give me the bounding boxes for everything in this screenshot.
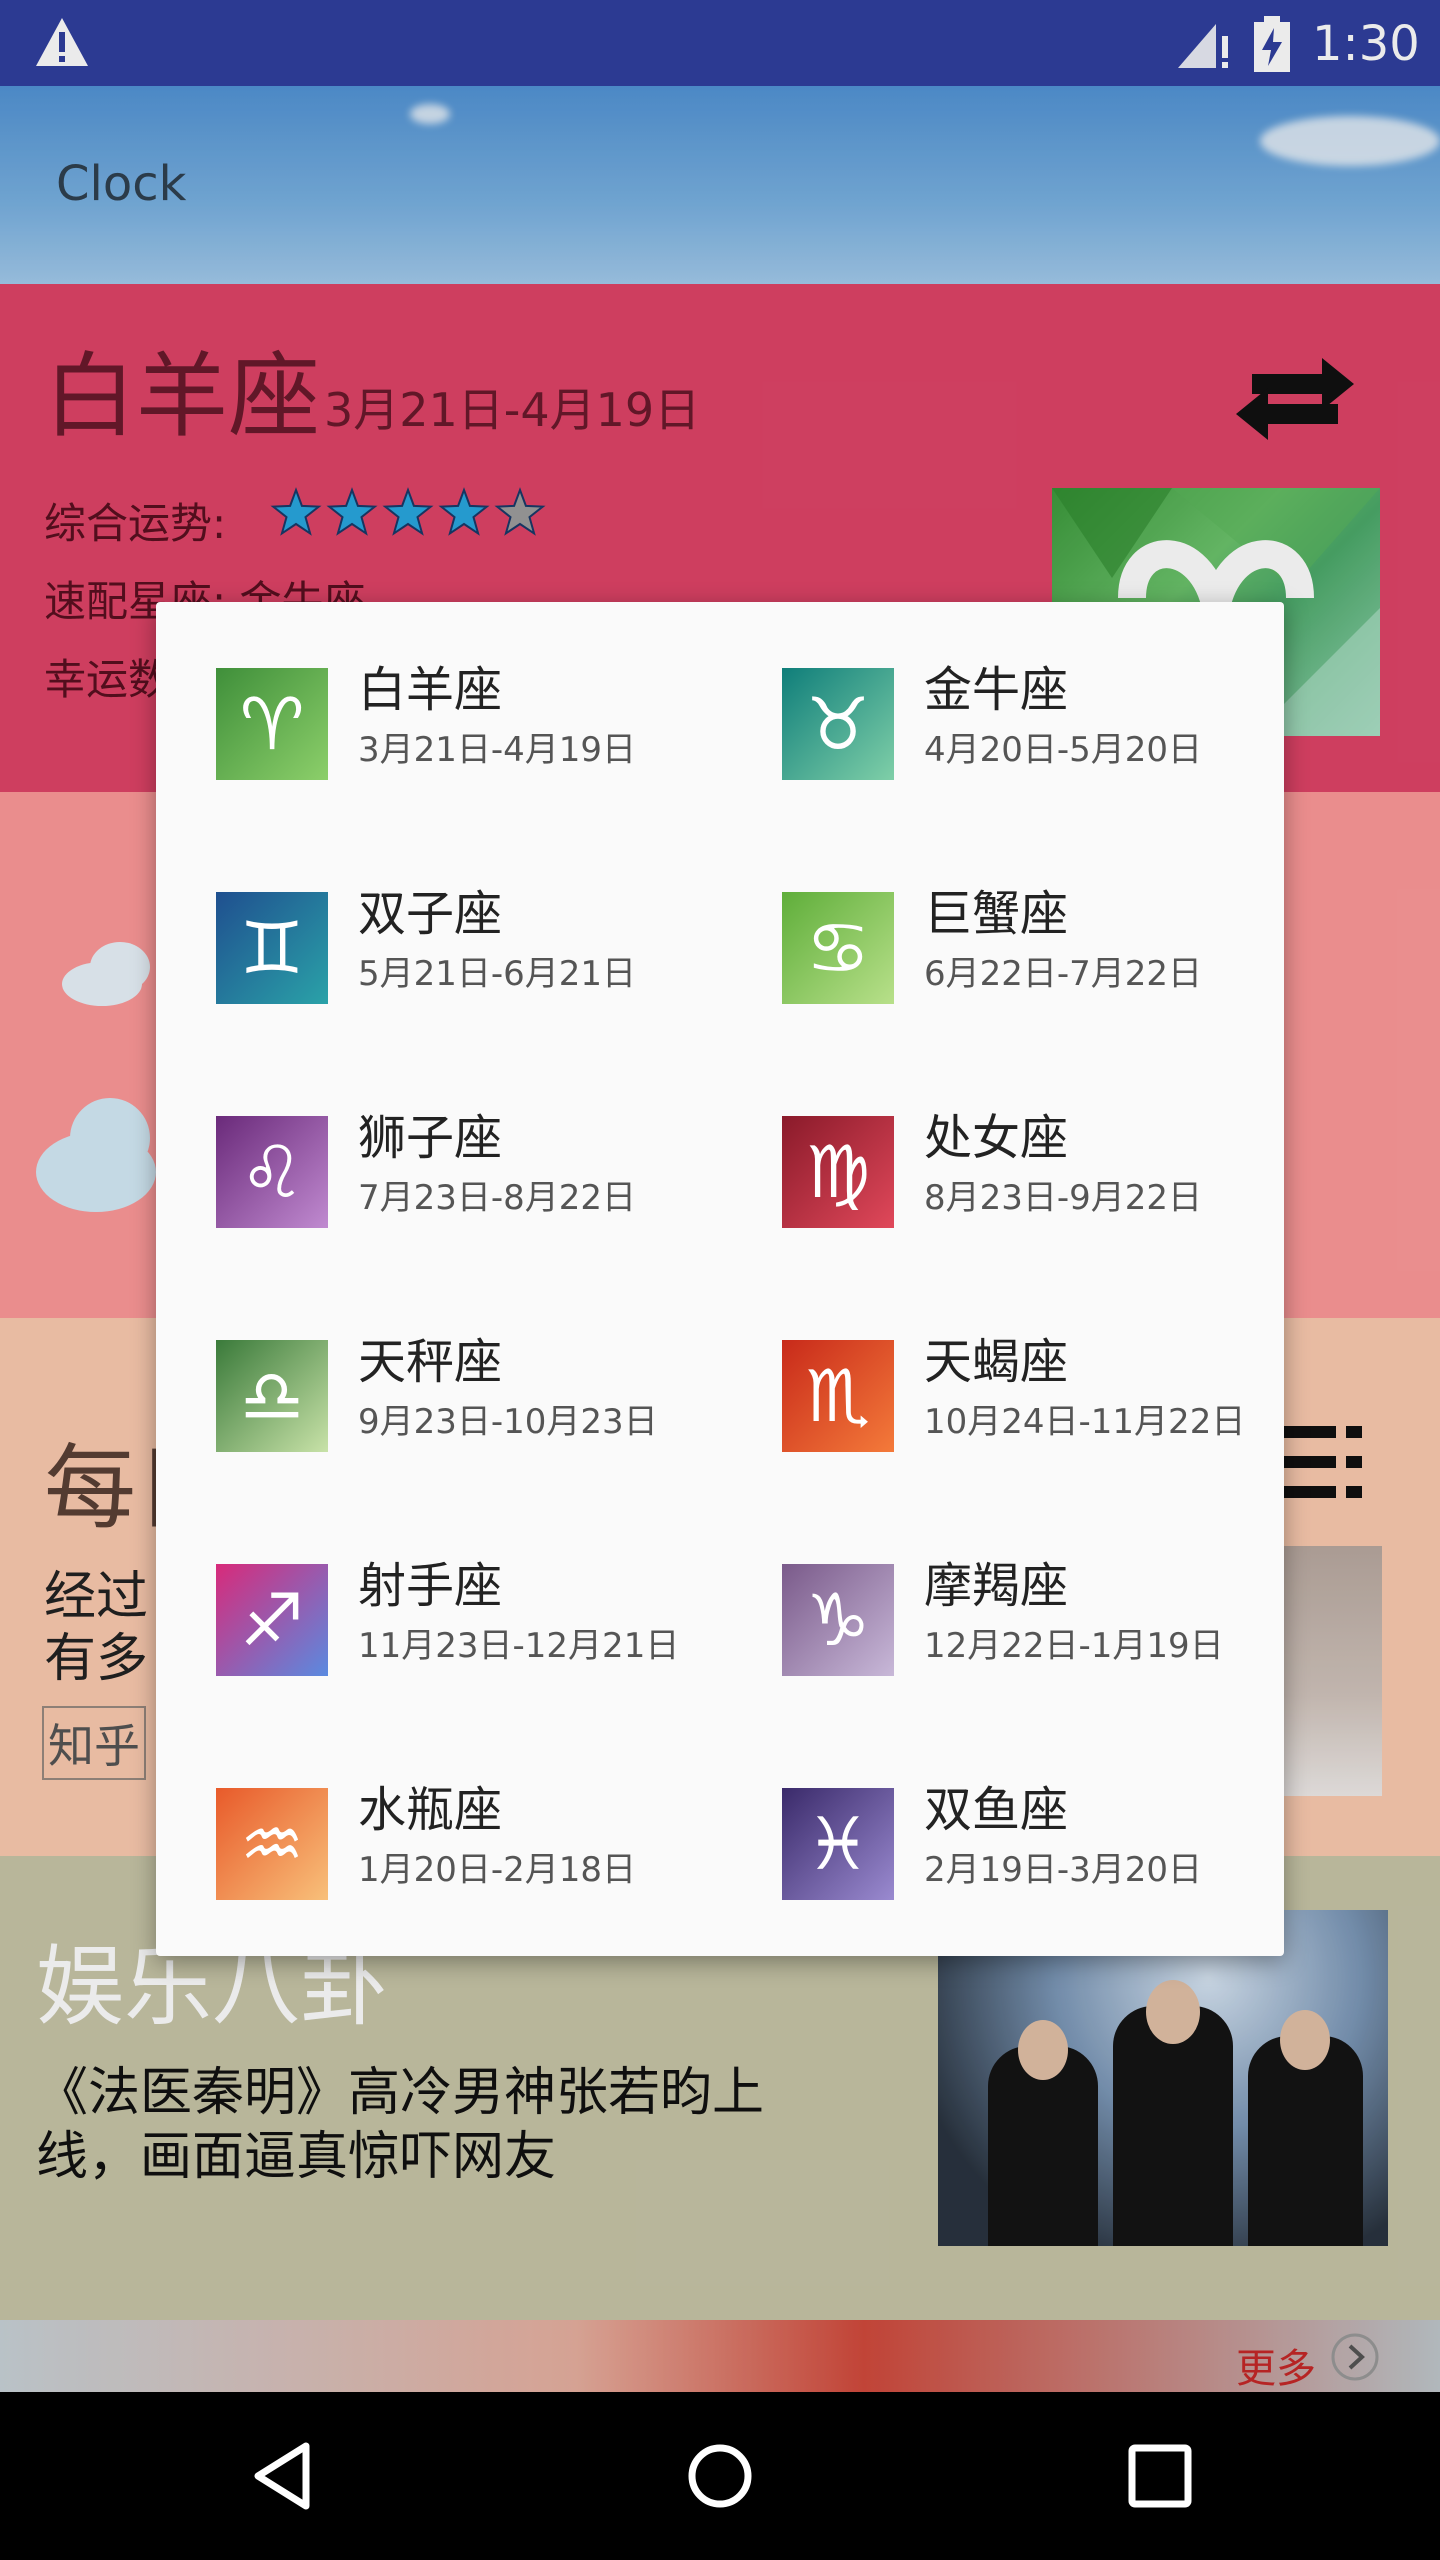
zodiac-option[interactable]: ♊ 双子座 5月21日-6月21日: [216, 882, 716, 1022]
zodiac-option-dates: 6月22日-7月22日: [924, 954, 1203, 994]
zodiac-symbol: ♏: [805, 1354, 871, 1438]
zodiac-option-dates: 11月23日-12月21日: [358, 1626, 680, 1666]
zodiac-symbol: ♊: [239, 906, 305, 990]
aries-icon: ♈: [216, 668, 328, 780]
zodiac-option[interactable]: ♍ 处女座 8月23日-9月22日: [782, 1106, 1282, 1246]
recents-icon[interactable]: [1120, 2436, 1200, 2516]
aquarius-icon: ♒: [216, 1788, 328, 1900]
zodiac-option[interactable]: ♏ 天蝎座 10月24日-11月22日: [782, 1330, 1282, 1470]
zodiac-option-name: 双子座: [358, 886, 503, 942]
zodiac-option-name: 狮子座: [358, 1110, 503, 1166]
gemini-icon: ♊: [216, 892, 328, 1004]
zodiac-option-dates: 8月23日-9月22日: [924, 1178, 1203, 1218]
scorpio-icon: ♏: [782, 1340, 894, 1452]
zodiac-picker-dialog: ♈ 白羊座 3月21日-4月19日 ♉ 金牛座 4月20日-5月20日 ♊ 双子座 5月21日-…: [156, 602, 1284, 1956]
zodiac-option[interactable]: ♉ 金牛座 4月20日-5月20日: [782, 658, 1282, 798]
zodiac-symbol: ♒: [239, 1802, 305, 1886]
zodiac-option-name: 双鱼座: [924, 1782, 1069, 1838]
zodiac-option[interactable]: ♒ 水瓶座 1月20日-2月18日: [216, 1778, 716, 1918]
zodiac-option-dates: 12月22日-1月19日: [924, 1626, 1224, 1666]
zodiac-symbol: ♎: [239, 1354, 305, 1438]
zodiac-option[interactable]: ♓ 双鱼座 2月19日-3月20日: [782, 1778, 1282, 1918]
back-icon[interactable]: [244, 2436, 324, 2516]
zodiac-option-dates: 10月24日-11月22日: [924, 1402, 1246, 1442]
zodiac-symbol: ♌: [239, 1130, 305, 1214]
zodiac-option-dates: 3月21日-4月19日: [358, 730, 637, 770]
zodiac-option[interactable]: ♋ 巨蟹座 6月22日-7月22日: [782, 882, 1282, 1022]
zodiac-option-dates: 7月23日-8月22日: [358, 1178, 637, 1218]
zodiac-symbol: ♐: [239, 1578, 305, 1662]
taurus-icon: ♉: [782, 668, 894, 780]
zodiac-option-name: 射手座: [358, 1558, 503, 1614]
zodiac-option-name: 白羊座: [358, 662, 503, 718]
zodiac-symbol: ♈: [239, 682, 305, 766]
zodiac-option-name: 天蝎座: [924, 1334, 1069, 1390]
leo-icon: ♌: [216, 1116, 328, 1228]
sagittarius-icon: ♐: [216, 1564, 328, 1676]
cancer-icon: ♋: [782, 892, 894, 1004]
zodiac-symbol: ♑: [805, 1578, 871, 1662]
zodiac-option-dates: 5月21日-6月21日: [358, 954, 637, 994]
zodiac-option[interactable]: ♈ 白羊座 3月21日-4月19日: [216, 658, 716, 798]
zodiac-option-dates: 2月19日-3月20日: [924, 1850, 1203, 1890]
pisces-icon: ♓: [782, 1788, 894, 1900]
zodiac-option-name: 摩羯座: [924, 1558, 1069, 1614]
home-icon[interactable]: [680, 2436, 760, 2516]
zodiac-symbol: ♋: [805, 906, 871, 990]
capricorn-icon: ♑: [782, 1564, 894, 1676]
virgo-icon: ♍: [782, 1116, 894, 1228]
zodiac-option[interactable]: ♎ 天秤座 9月23日-10月23日: [216, 1330, 716, 1470]
zodiac-option[interactable]: ♐ 射手座 11月23日-12月21日: [216, 1554, 716, 1694]
zodiac-option-name: 天秤座: [358, 1334, 503, 1390]
zodiac-symbol: ♍: [805, 1130, 871, 1214]
zodiac-symbol: ♓: [805, 1802, 871, 1886]
zodiac-symbol: ♉: [805, 682, 871, 766]
zodiac-option-name: 处女座: [924, 1110, 1069, 1166]
zodiac-option-dates: 4月20日-5月20日: [924, 730, 1203, 770]
zodiac-option-name: 水瓶座: [358, 1782, 503, 1838]
zodiac-option[interactable]: ♑ 摩羯座 12月22日-1月19日: [782, 1554, 1282, 1694]
zodiac-option-dates: 9月23日-10月23日: [358, 1402, 658, 1442]
zodiac-option[interactable]: ♌ 狮子座 7月23日-8月22日: [216, 1106, 716, 1246]
libra-icon: ♎: [216, 1340, 328, 1452]
zodiac-option-dates: 1月20日-2月18日: [358, 1850, 637, 1890]
zodiac-option-name: 巨蟹座: [924, 886, 1069, 942]
navigation-bar: [0, 2392, 1440, 2560]
zodiac-option-name: 金牛座: [924, 662, 1069, 718]
